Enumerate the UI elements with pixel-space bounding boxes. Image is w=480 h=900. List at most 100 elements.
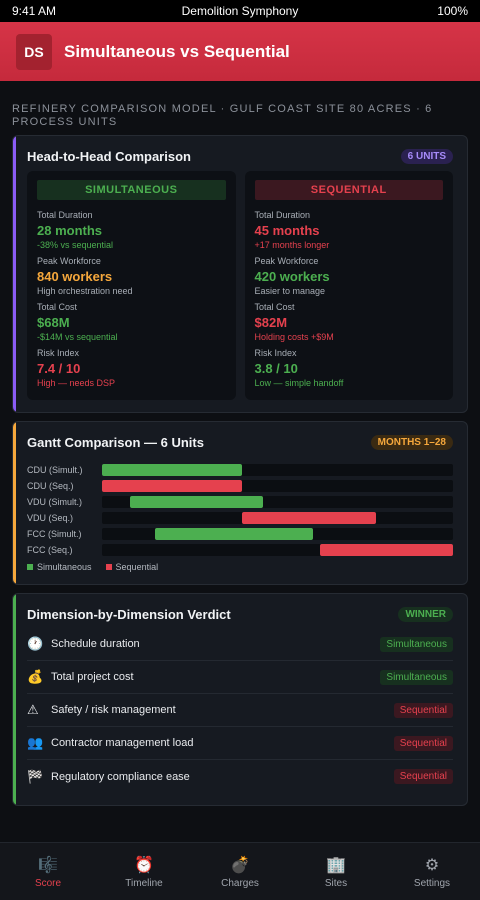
metric-value: 840 workers (37, 269, 113, 284)
warning-icon: ⚠ (27, 702, 39, 717)
status-title: Demolition Symphony (181, 4, 299, 18)
gantt-track (102, 496, 453, 508)
metric-note: -$14M vs sequential (37, 332, 118, 342)
building-icon: 🏢 (326, 857, 346, 874)
tab-label: Sites (324, 878, 348, 889)
gantt-row: CDU (Seq.) (27, 478, 453, 494)
verdict-title: Dimension-by-Dimension Verdict (27, 607, 231, 622)
gantt-bar-sequential (102, 480, 243, 492)
app-logo[interactable]: DS (16, 33, 52, 70)
gantt-bar-sequential (242, 512, 376, 524)
bottom-tab-bar: 🎼 Score ⏰ Timeline 💣 Charges 🏢 Sites ⚙ Settings (0, 842, 480, 900)
gantt-track (102, 512, 453, 524)
verdict-dimension: 🕐 Schedule duration (27, 636, 140, 652)
gantt-track (102, 464, 453, 476)
comparison-card: Head-to-Head Comparison 6 UNITS SIMULTAN… (12, 135, 468, 413)
bomb-icon: 💣 (230, 857, 250, 874)
status-time: 9:41 AM (12, 4, 57, 18)
metric-block: Peak Workforce 840 workers High orchestrat… (37, 256, 226, 296)
simultaneous-header: SIMULTANEOUS (37, 180, 226, 200)
tab-sites[interactable]: 🏢 Sites (288, 843, 384, 900)
metric-block: Total Duration 28 months -38% vs sequentia… (37, 210, 226, 250)
metric-value: 28 months (37, 223, 103, 238)
metric-note: High — needs DSP (37, 378, 116, 388)
verdict-dimension: 🏁 Regulatory compliance ease (27, 769, 190, 785)
gantt-track (102, 528, 453, 540)
tab-score[interactable]: 🎼 Score (0, 843, 96, 900)
people-icon: 👥 (27, 735, 44, 750)
gantt-title: Gantt Comparison — 6 Units (27, 435, 204, 450)
metric-note: High orchestration need (37, 286, 133, 296)
legend-swatch (105, 564, 112, 570)
winner-pill: Simultaneous (380, 636, 453, 652)
model-subtitle: REFINERY COMPARISON MODEL · GULF COAST S… (12, 103, 433, 128)
gear-icon: ⚙ (424, 857, 440, 874)
gantt-bar-simultaneous (102, 464, 243, 476)
verdict-row: 💰 Total project cost Simultaneous (27, 661, 453, 694)
verdict-dimension-label: Regulatory compliance ease (51, 770, 190, 783)
metric-value: 420 workers (254, 269, 330, 284)
metric-note: Holding costs +$9M (254, 332, 334, 342)
tab-timeline[interactable]: ⏰ Timeline (96, 843, 192, 900)
legend-item: Simultaneous (27, 562, 92, 572)
tab-label: Score (34, 878, 62, 889)
tab-label: Timeline (125, 878, 163, 889)
gantt-legend: Simultaneous Sequential (27, 562, 453, 572)
gantt-bar-simultaneous (154, 528, 313, 540)
gantt-track (102, 480, 453, 492)
gantt-row-label: CDU (Seq.) (27, 481, 74, 491)
page-title: Simultaneous vs Sequential (64, 41, 290, 61)
tab-label: Charges (221, 878, 259, 889)
gantt-row: VDU (Seq.) (27, 510, 453, 526)
gantt-card: Gantt Comparison — 6 Units MONTHS 1–28 C… (12, 421, 468, 585)
tab-settings[interactable]: ⚙ Settings (384, 843, 480, 900)
metric-block: Peak Workforce 420 workers Easier to manag… (255, 256, 444, 296)
checkered-flag-icon: 🏁 (27, 768, 44, 784)
metric-label: Risk Index (254, 348, 297, 358)
main-content: REFINERY COMPARISON MODEL · GULF COAST S… (0, 103, 480, 806)
metric-label: Total Cost (254, 302, 295, 312)
metric-label: Peak Workforce (254, 256, 319, 266)
legend-item: Sequential (105, 562, 158, 572)
metric-note: +17 months longer (254, 240, 330, 250)
tab-charges[interactable]: 💣 Charges (192, 843, 288, 900)
metric-block: Total Cost $68M -$14M vs sequential (37, 302, 226, 342)
score-icon: 🎼 (38, 857, 58, 874)
metric-block: Risk Index 3.8 / 10 Low — simple handoff (255, 348, 444, 388)
verdict-row: 🕐 Schedule duration Simultaneous (27, 628, 453, 661)
metric-value: 3.8 / 10 (254, 361, 298, 376)
verdict-row: 🏁 Regulatory compliance ease Sequential (27, 760, 453, 793)
metric-label: Risk Index (37, 348, 80, 358)
verdict-dimension: ⚠ Safety / risk management (27, 702, 176, 718)
winner-pill: Simultaneous (380, 669, 453, 685)
winner-pill: Sequential (393, 769, 453, 784)
gantt-row-label: CDU (Simult.) (27, 465, 83, 475)
gantt-track (102, 544, 453, 556)
metric-block: Risk Index 7.4 / 10 High — needs DSP (37, 348, 226, 388)
gantt-row-label: FCC (Simult.) (27, 529, 82, 539)
verdict-row: 👥 Contractor management load Sequential (27, 727, 453, 760)
simultaneous-column: SIMULTANEOUS Total Duration 28 months -38% … (27, 171, 236, 400)
verdict-dimension-label: Total project cost (51, 671, 134, 683)
metric-label: Total Cost (37, 302, 78, 312)
sequential-header: SEQUENTIAL (254, 180, 443, 200)
money-bag-icon: 💰 (27, 669, 44, 684)
legend-label: Simultaneous (37, 562, 92, 572)
verdict-dimension-label: Safety / risk management (51, 704, 176, 716)
status-bar: 9:41 AM Demolition Symphony 100% (0, 0, 480, 22)
winner-badge: WINNER (398, 607, 453, 622)
gantt-row: CDU (Simult.) (27, 462, 453, 478)
status-battery: 100% (437, 4, 468, 18)
verdict-dimension-label: Schedule duration (51, 638, 140, 650)
sequential-column: SEQUENTIAL Total Duration 45 months +17 mon… (244, 171, 453, 400)
clock-icon: 🕐 (27, 636, 44, 651)
gantt-chart: CDU (Simult.) CDU (Seq.) VDU (Simult.) VDU … (27, 462, 453, 558)
gantt-row: FCC (Seq.) (27, 542, 453, 558)
comparison-title: Head-to-Head Comparison (27, 149, 191, 164)
verdict-list: 🕐 Schedule duration Simultaneous 💰 Total pro… (27, 628, 453, 793)
gantt-bar-simultaneous (130, 496, 264, 508)
metric-block: Total Cost $82M Holding costs +$9M (255, 302, 444, 342)
gantt-row: FCC (Simult.) (27, 526, 453, 542)
verdict-row: ⚠ Safety / risk management Sequential (27, 694, 453, 727)
alarm-clock-icon: ⏰ (134, 857, 154, 874)
